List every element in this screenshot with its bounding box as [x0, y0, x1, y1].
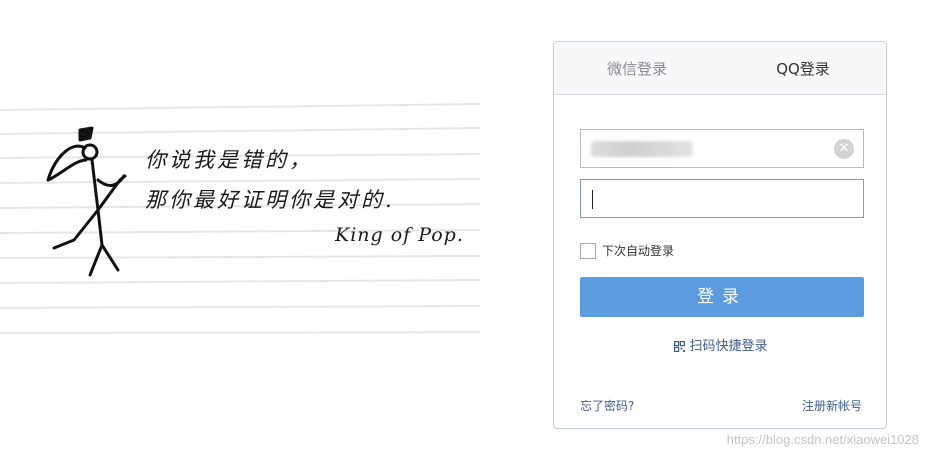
auto-login-label: 下次自动登录 [602, 244, 675, 258]
quote-line-1: 你说我是错的， [145, 148, 313, 172]
register-link[interactable]: 注册新帐号 [802, 397, 862, 414]
quote-line-2: 那你最好证明你是对的. [145, 188, 395, 212]
qr-login-label: 扫码快捷登录 [689, 339, 768, 354]
decorative-artwork: 你说我是错的， 那你最好证明你是对的. King of Pop. [0, 90, 490, 350]
login-panel: 微信登录 QQ登录 ✕ 下次自动登录 登录 扫码快捷登录 忘了密码? 注册新帐号 [553, 41, 887, 429]
auto-login-checkbox-row[interactable]: 下次自动登录 [580, 242, 674, 259]
username-field[interactable]: ✕ [580, 129, 864, 168]
tab-qq-login[interactable]: QQ登录 [720, 42, 886, 94]
qr-code-icon [674, 341, 686, 352]
qr-login-link[interactable]: 扫码快捷登录 [554, 335, 888, 354]
login-button[interactable]: 登录 [580, 277, 864, 317]
signature: King of Pop. [335, 224, 464, 246]
password-field[interactable] [580, 179, 864, 218]
tab-wechat-login[interactable]: 微信登录 [554, 42, 720, 94]
login-tabs: 微信登录 QQ登录 [554, 42, 886, 95]
watermark: https://blog.csdn.net/xiaowei1028 [726, 432, 919, 447]
username-value-obscured [591, 141, 693, 157]
auto-login-checkbox[interactable] [580, 242, 596, 259]
forgot-password-link[interactable]: 忘了密码? [580, 397, 634, 414]
text-cursor [592, 190, 593, 209]
clear-username-icon[interactable]: ✕ [834, 139, 854, 159]
